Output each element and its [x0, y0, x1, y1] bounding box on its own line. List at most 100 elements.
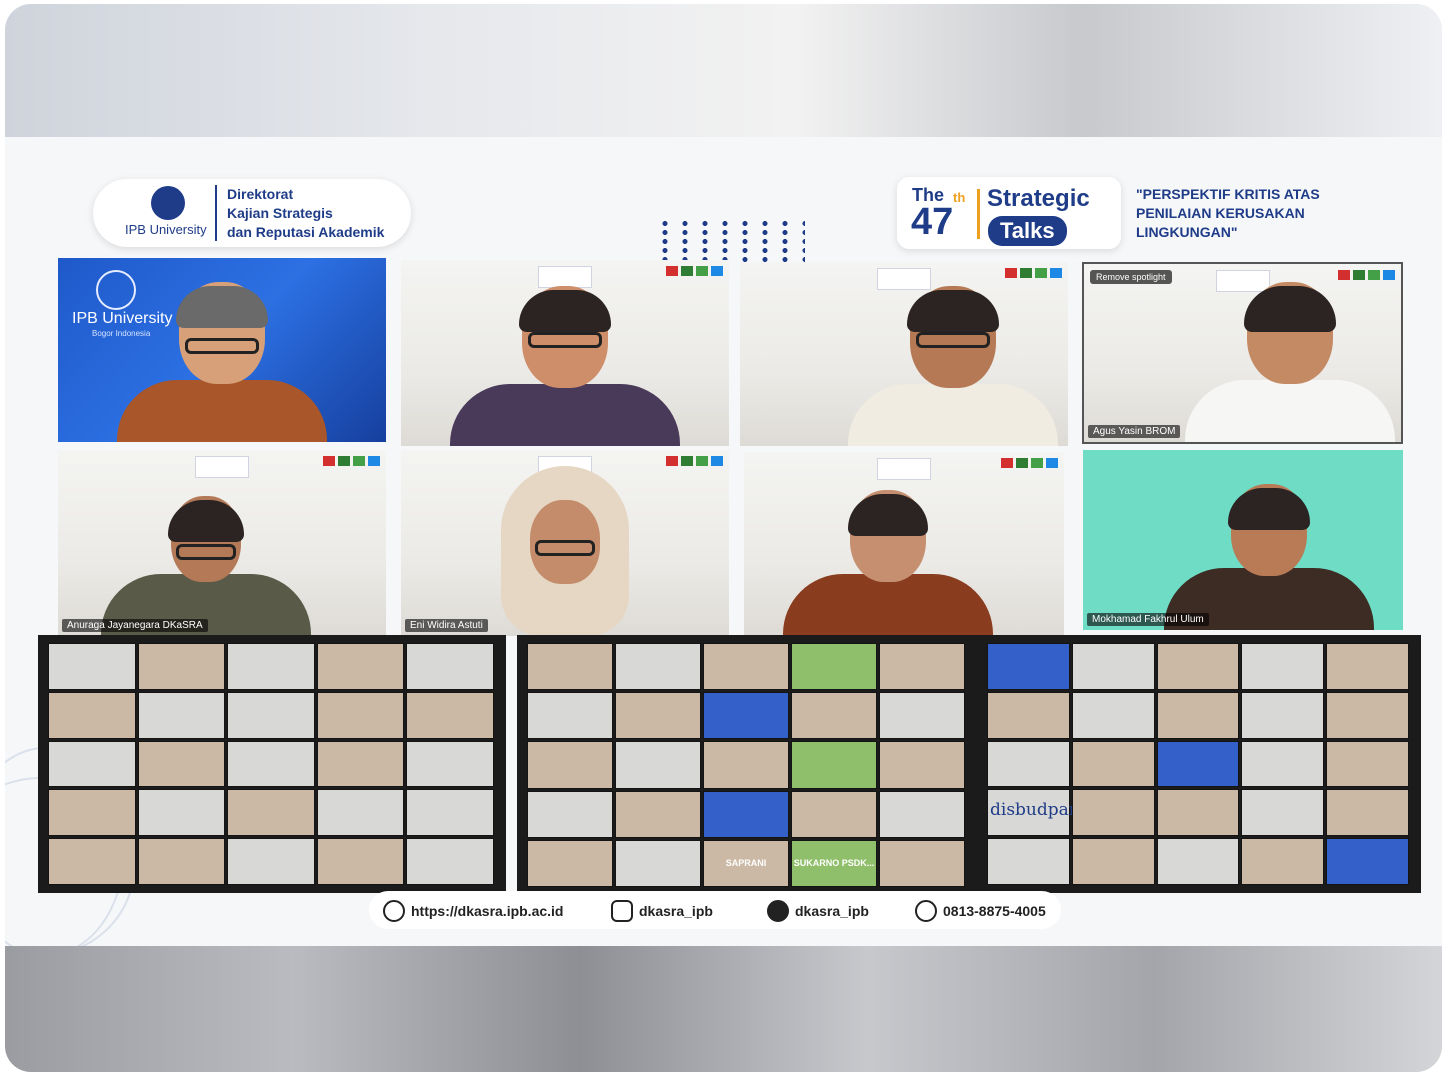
gallery-participant-tile[interactable] [879, 741, 965, 789]
speaker-tile[interactable] [401, 260, 729, 446]
participant-gallery-middle: SAPRANI SUKARNO PSDK... [517, 635, 977, 895]
gallery-participant-tile[interactable] [1241, 838, 1325, 885]
badge-ordinal: th [953, 190, 966, 205]
gallery-participant-tile[interactable] [987, 691, 1070, 739]
gallery-participant-tile[interactable] [879, 790, 965, 838]
gallery-participant-tile[interactable] [615, 692, 701, 740]
gallery-participant-tile[interactable] [316, 643, 405, 690]
gallery-participant-tile[interactable] [1071, 643, 1155, 690]
gallery-participant-tile[interactable] [406, 740, 494, 788]
speaker-tile[interactable]: Mokhamad Fakhrul Ulum [1083, 450, 1403, 630]
speaker-tile[interactable] [744, 452, 1064, 636]
speaker-tile[interactable] [740, 262, 1068, 446]
gallery-participant-tile[interactable] [703, 643, 789, 691]
phone-link[interactable]: 0813-8875-4005 [915, 900, 1046, 922]
gallery-participant-tile[interactable] [987, 643, 1070, 690]
gallery-participant-tile[interactable] [1156, 643, 1240, 690]
gallery-participant-tile[interactable] [615, 839, 701, 887]
gallery-participant-tile[interactable] [987, 740, 1070, 788]
gallery-participant-tile[interactable] [527, 643, 613, 691]
gallery-participant-tile[interactable] [791, 741, 877, 789]
gallery-participant-tile[interactable] [1326, 643, 1409, 690]
gallery-participant-tile[interactable] [316, 691, 405, 739]
gallery-participant-tile[interactable] [1241, 740, 1325, 788]
gallery-participant-tile[interactable] [1326, 740, 1409, 788]
gallery-participant-tile[interactable] [406, 838, 494, 885]
gallery-participant-tile[interactable] [1156, 691, 1240, 739]
gallery-participant-tile[interactable] [48, 789, 136, 837]
gallery-participant-tile[interactable] [1071, 740, 1155, 788]
gallery-participant-tile[interactable] [527, 839, 613, 887]
gallery-participant-tile[interactable] [406, 691, 494, 739]
participant-gallery-right: disbudpar [977, 635, 1421, 893]
gallery-participant-tile[interactable] [1326, 691, 1409, 739]
gallery-participant-tile[interactable] [879, 692, 965, 740]
gallery-participant-tile[interactable] [615, 643, 701, 691]
gallery-participant-tile[interactable] [227, 643, 315, 690]
gallery-participant-tile[interactable] [791, 790, 877, 838]
gallery-participant-tile[interactable] [1071, 789, 1155, 837]
website-link[interactable]: https://dkasra.ipb.ac.id [383, 900, 563, 922]
gallery-participant-tile[interactable] [137, 740, 226, 788]
gallery-participant-tile[interactable] [1241, 789, 1325, 837]
gallery-participant-tile[interactable] [227, 740, 315, 788]
gallery-participant-tile[interactable] [615, 741, 701, 789]
gallery-participant-tile[interactable] [1156, 838, 1240, 885]
gallery-participant-tile[interactable] [527, 790, 613, 838]
instagram-link[interactable]: dkasra_ipb [611, 900, 713, 922]
speaker-tile[interactable]: Anuraga Jayanegara DKaSRA [58, 450, 386, 636]
gallery-participant-tile[interactable] [48, 691, 136, 739]
dot-pattern [655, 219, 805, 263]
gallery-participant-tile[interactable] [1241, 643, 1325, 690]
speaker-tile[interactable]: Remove spotlight Agus Yasin BROM [1082, 262, 1403, 444]
gallery-participant-tile[interactable] [879, 839, 965, 887]
gallery-participant-tile[interactable] [703, 692, 789, 740]
instagram-text: dkasra_ipb [639, 903, 713, 919]
remove-spotlight-button[interactable]: Remove spotlight [1090, 270, 1172, 284]
gallery-participant-tile[interactable] [791, 643, 877, 691]
gallery-participant-tile[interactable] [227, 838, 315, 885]
gallery-participant-tile[interactable] [406, 789, 494, 837]
gallery-participant-tile[interactable] [703, 790, 789, 838]
gallery-participant-tile[interactable] [316, 740, 405, 788]
directorate-line: dan Reputasi Akademik [227, 224, 385, 240]
gallery-participant-tile[interactable] [1156, 789, 1240, 837]
instagram-icon [611, 900, 633, 922]
gallery-participant-tile[interactable]: disbudpar [987, 789, 1077, 837]
gallery-participant-tile[interactable] [137, 789, 226, 837]
gallery-participant-tile[interactable] [316, 789, 405, 837]
gallery-participant-tile[interactable] [1156, 740, 1240, 788]
gallery-participant-tile[interactable] [703, 741, 789, 789]
gallery-participant-tile[interactable] [48, 643, 136, 690]
gallery-participant-tile[interactable] [227, 789, 315, 837]
gallery-participant-tile[interactable] [879, 643, 965, 691]
gallery-participant-tile[interactable]: SAPRANI [703, 839, 789, 887]
gallery-participant-tile[interactable] [1241, 691, 1325, 739]
gallery-participant-tile[interactable] [137, 691, 226, 739]
speaker-tile[interactable]: IPB University Bogor Indonesia [58, 258, 386, 442]
gallery-participant-tile[interactable] [1326, 838, 1409, 885]
gallery-participant-tile[interactable] [227, 691, 315, 739]
participant-video [848, 276, 1059, 446]
speaker-tile[interactable]: Eni Widira Astuti [401, 450, 729, 636]
gallery-participant-tile[interactable] [1326, 789, 1409, 837]
gallery-participant-tile[interactable] [137, 838, 226, 885]
gallery-participant-tile[interactable] [316, 838, 405, 885]
gallery-participant-tile[interactable] [48, 838, 136, 885]
participant-name: Mokhamad Fakhrul Ulum [1087, 613, 1209, 626]
gallery-participant-tile[interactable] [527, 692, 613, 740]
gallery-participant-tile[interactable] [137, 643, 226, 690]
participant-name: Agus Yasin BROM [1088, 425, 1181, 438]
gallery-participant-tile[interactable] [527, 741, 613, 789]
gallery-participant-tile[interactable] [987, 838, 1070, 885]
gallery-participant-tile[interactable] [1071, 691, 1155, 739]
gallery-participant-tile[interactable]: SUKARNO PSDK... [791, 839, 877, 887]
gallery-participant-tile[interactable] [791, 692, 877, 740]
gallery-participant-tile[interactable] [1071, 838, 1155, 885]
directorate-line: Direktorat [227, 186, 294, 202]
gallery-participant-tile[interactable] [615, 790, 701, 838]
webinar-slide: IPB University Direktorat Kajian Strateg… [5, 137, 1442, 946]
gallery-participant-tile[interactable] [406, 643, 494, 690]
gallery-participant-tile[interactable] [48, 740, 136, 788]
twitter-link[interactable]: dkasra_ipb [767, 900, 869, 922]
